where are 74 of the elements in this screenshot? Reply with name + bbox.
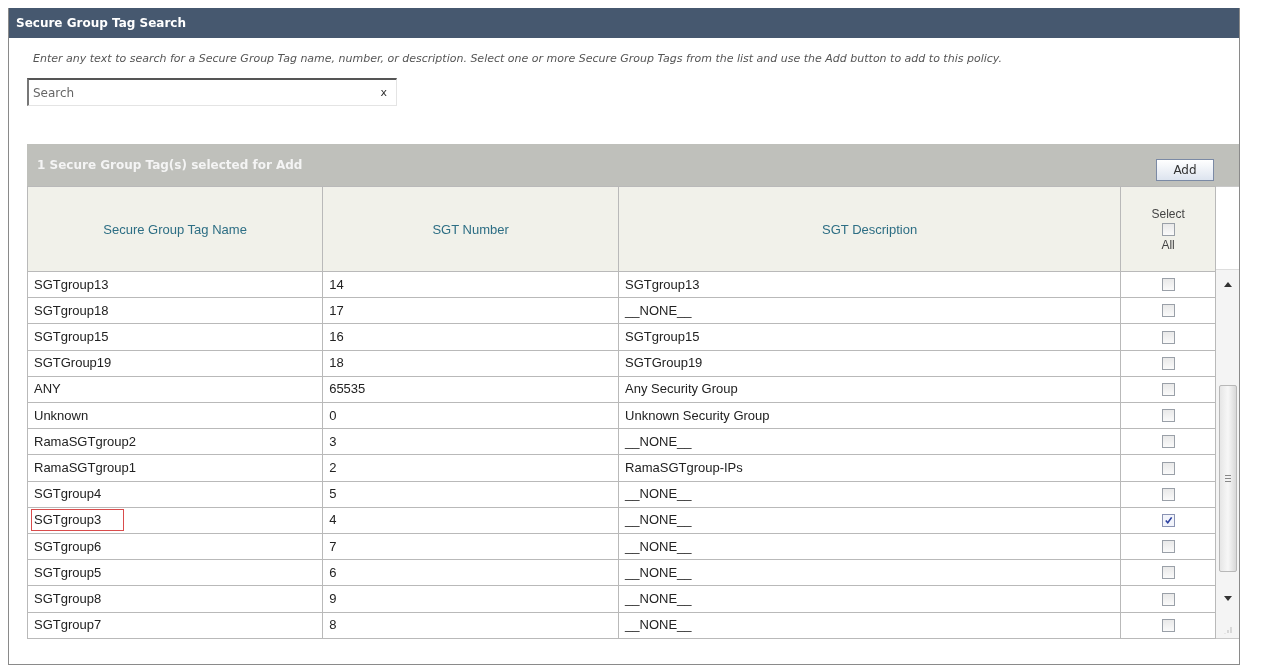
scroll-up-icon[interactable] xyxy=(1224,282,1232,287)
add-button[interactable]: Add xyxy=(1156,159,1214,181)
table-cell-text: Unknown xyxy=(33,406,90,425)
instructions: Enter any text to search for a Secure Group Tag name, number, or description. Select one or more Secure Group Tags from the list and use the Add button to add to this policy. xyxy=(33,52,1003,66)
table-cell-text: ANY xyxy=(33,380,62,399)
table-cell-text: SGTgroup13 xyxy=(624,275,701,294)
panel-title: Secure Group Tag Search xyxy=(9,8,1239,38)
checkbox[interactable] xyxy=(1161,618,1175,632)
table-cell-text: 3 xyxy=(328,432,338,451)
table-cell-text: 17 xyxy=(328,301,345,320)
table-cell-text: SGTgroup5 xyxy=(33,563,103,582)
table-cell-text: 2 xyxy=(328,459,338,477)
table-cell-text: RamaSGTgroup2 xyxy=(33,432,137,451)
checkbox[interactable] xyxy=(1161,487,1175,501)
table-cell-text: __NONE__ xyxy=(623,563,693,582)
table-cell-text: Unknown Security Group xyxy=(624,406,771,425)
checkbox[interactable] xyxy=(1161,513,1175,527)
column-header[interactable]: Secure Group Tag Name xyxy=(27,186,323,272)
table-cell-text: SGTgroup18 xyxy=(33,301,110,320)
table-cell-text: SGTgroup8 xyxy=(33,590,103,609)
table-cell-text: __NONE__ xyxy=(623,301,693,320)
table-cell-text: 65535 xyxy=(328,380,367,399)
checkbox[interactable] xyxy=(1161,382,1175,396)
select-all-label: Select xyxy=(1150,206,1186,221)
table-cell-text: SGTgroup15 xyxy=(624,328,701,346)
checkbox[interactable] xyxy=(1161,461,1175,475)
table-cell-text: 18 xyxy=(328,354,345,373)
table-cell-text: 0 xyxy=(328,406,338,425)
table-cell-text: Any Security Group xyxy=(624,380,739,399)
checkbox[interactable] xyxy=(1161,540,1175,554)
table-cell-text: 5 xyxy=(328,485,338,504)
table-cell-text: SGTGroup19 xyxy=(624,354,704,373)
table-cell-text: RamaSGTgroup1 xyxy=(33,459,137,477)
table-cell-text: __NONE__ xyxy=(623,485,693,504)
table-cell-text: 7 xyxy=(328,537,338,556)
search-field[interactable]: Search x xyxy=(27,78,397,106)
table-cell-text: SGTgroup6 xyxy=(33,537,103,556)
table-cell-text: __NONE__ xyxy=(623,511,693,530)
checkbox[interactable] xyxy=(1161,592,1175,606)
table-cell-text: SGTGroup19 xyxy=(33,354,113,373)
table-cell-text: RamaSGTgroup-IPs xyxy=(624,459,744,477)
checkbox[interactable] xyxy=(1161,304,1175,318)
table-cell-text: 4 xyxy=(328,511,338,530)
table-cell-text: SGTgroup7 xyxy=(33,616,103,635)
checkbox[interactable] xyxy=(1161,409,1175,423)
table-cell-text: __NONE__ xyxy=(623,590,693,609)
scroll-down-icon[interactable] xyxy=(1224,596,1232,601)
selection-count: 1 Secure Group Tag(s) selected for Add xyxy=(37,158,303,172)
grip-icon xyxy=(1225,475,1231,482)
scroll-thumb[interactable] xyxy=(1219,385,1237,572)
checkbox[interactable] xyxy=(1161,278,1175,292)
column-header[interactable]: SGT Number xyxy=(322,186,619,272)
select-all-label: All xyxy=(1160,237,1176,252)
checkbox[interactable] xyxy=(1161,330,1175,344)
table-cell-text: __NONE__ xyxy=(623,432,693,451)
highlighted-cell: SGTgroup3 xyxy=(32,510,124,531)
table-cell-text: 6 xyxy=(328,563,338,582)
checkbox[interactable] xyxy=(1161,435,1175,449)
table-cell-text: SGTgroup15 xyxy=(33,328,110,346)
column-header[interactable]: SGT Description xyxy=(618,186,1121,272)
table-cell-text: SGTgroup4 xyxy=(33,485,103,504)
table-cell-text: SGTgroup13 xyxy=(33,275,110,294)
table-cell-text: 14 xyxy=(328,275,345,294)
scrollbar[interactable] xyxy=(1216,186,1239,639)
checkbox[interactable] xyxy=(1161,356,1175,370)
table-cell-text: __NONE__ xyxy=(623,537,693,556)
table-cell-text: __NONE__ xyxy=(623,616,693,635)
table-cell-text: 16 xyxy=(328,328,345,346)
table-cell-text: 9 xyxy=(328,590,338,609)
clear-button[interactable]: x xyxy=(376,86,396,99)
select-all-checkbox[interactable] xyxy=(1161,222,1175,236)
checkbox[interactable] xyxy=(1161,566,1175,580)
table-cell-text: 8 xyxy=(328,616,338,635)
resize-grip-icon xyxy=(1224,626,1232,634)
